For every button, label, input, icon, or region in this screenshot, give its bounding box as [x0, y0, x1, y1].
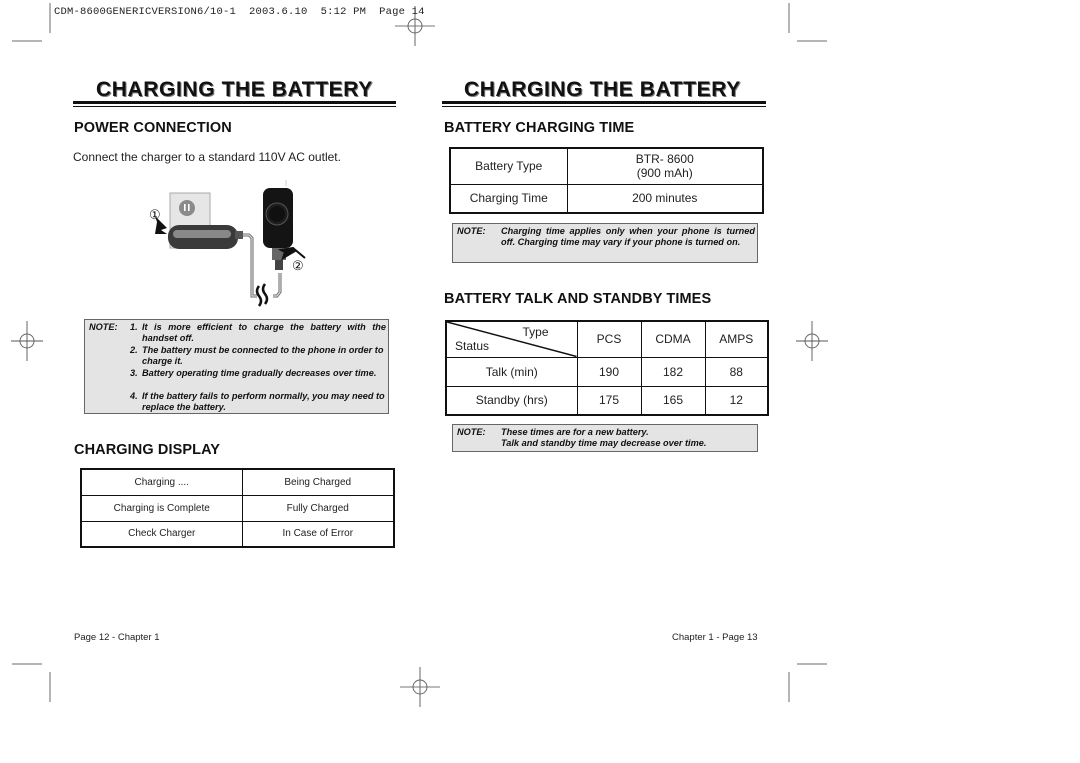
- corner-status-label: Status: [455, 338, 490, 353]
- print-slug: CDM-8600GENERICVERSION6/10-1 2003.6.10 5…: [54, 6, 425, 18]
- note-item: 4. If the battery fails to perform norma…: [130, 391, 386, 414]
- table-row: Standby (hrs) 175 165 12: [445, 385, 769, 416]
- note-label: NOTE:: [89, 322, 118, 332]
- charging-display-heading: CHARGING DISPLAY: [74, 442, 221, 458]
- table-row: Charging .... Being Charged: [80, 468, 395, 496]
- crop-mark: [49, 672, 51, 702]
- title-rule: [442, 101, 766, 107]
- slug-date: 2003.6.10: [249, 6, 308, 18]
- table-cell: 88: [704, 356, 769, 387]
- table-cell: 182: [640, 356, 706, 387]
- note-text-line: Talk and standby time may decrease over …: [501, 438, 707, 448]
- note-text: Charging time applies only when your pho…: [501, 226, 755, 248]
- note-item: 3. Battery operating time gradually decr…: [130, 368, 386, 379]
- registration-mark-icon: [796, 321, 828, 361]
- crop-mark: [49, 3, 51, 33]
- note-item-number: 2.: [130, 345, 138, 355]
- table-cell: 165: [640, 385, 706, 416]
- note-item: 1. It is more efficient to charge the ba…: [130, 322, 386, 345]
- table-row: Battery Type BTR- 8600 (900 mAh): [449, 147, 764, 185]
- slug-file: CDM-8600GENERICVERSION6/10-1: [54, 6, 237, 18]
- table-row: Check Charger In Case of Error: [80, 520, 395, 548]
- charging-time-table: Battery Type BTR- 8600 (900 mAh) Chargin…: [449, 147, 764, 214]
- crop-mark: [797, 40, 827, 42]
- table-header-row: Type Status PCS CDMA AMPS: [445, 320, 769, 358]
- power-connection-note: NOTE: 1. It is more efficient to charge …: [84, 319, 389, 414]
- talk-standby-heading: BATTERY TALK AND STANDBY TIMES: [444, 291, 712, 307]
- crop-mark: [12, 663, 42, 665]
- table-cell: 190: [576, 356, 642, 387]
- table-cell: Charging ....: [80, 468, 243, 496]
- table-cell: Being Charged: [241, 468, 395, 496]
- table-cell: 175: [576, 385, 642, 416]
- column-header: CDMA: [640, 320, 706, 358]
- crop-mark: [788, 672, 790, 702]
- corner-header-cell: Type Status: [445, 320, 578, 358]
- table-cell: Charging Time: [449, 183, 568, 214]
- note-label: NOTE:: [457, 226, 486, 236]
- corner-type-label: Type: [522, 325, 549, 339]
- crop-mark: [12, 40, 42, 42]
- crop-mark: [797, 663, 827, 665]
- charging-display-table: Charging .... Being Charged Charging is …: [80, 468, 395, 548]
- note-item-text: Battery operating time gradually decreas…: [142, 368, 377, 378]
- registration-mark-icon: [11, 321, 43, 361]
- table-cell: Charging is Complete: [80, 494, 243, 522]
- slug-page: Page 14: [379, 6, 425, 18]
- note-item: 2. The battery must be connected to the …: [130, 345, 386, 368]
- crop-mark: [788, 3, 790, 33]
- row-label: Standby (hrs): [445, 385, 578, 416]
- note-item-text: If the battery fails to perform normally…: [142, 391, 385, 413]
- right-page-footer: Chapter 1 - Page 13: [672, 632, 758, 643]
- table-row: Charging Time 200 minutes: [449, 183, 764, 214]
- registration-mark-icon: [400, 667, 440, 707]
- note-item-number: 4.: [130, 391, 138, 401]
- note-item-number: 1.: [130, 322, 138, 332]
- battery-model: BTR- 8600: [635, 152, 694, 167]
- power-connection-heading: POWER CONNECTION: [74, 120, 232, 136]
- table-cell: In Case of Error: [241, 520, 395, 548]
- power-connection-instruction: Connect the charger to a standard 110V A…: [73, 150, 341, 164]
- column-header: PCS: [576, 320, 642, 358]
- column-header: AMPS: [704, 320, 769, 358]
- title-rule: [73, 101, 396, 107]
- left-page-footer: Page 12 - Chapter 1: [74, 632, 160, 643]
- right-page-title: CHARGING THE BATTERY: [464, 78, 741, 101]
- note-item-text: The battery must be connected to the pho…: [142, 345, 384, 367]
- battery-capacity: (900 mAh): [636, 166, 693, 181]
- table-cell: Check Charger: [80, 520, 243, 548]
- table-cell: 12: [704, 385, 769, 416]
- battery-charging-time-heading: BATTERY CHARGING TIME: [444, 120, 635, 136]
- table-cell: 200 minutes: [566, 183, 764, 214]
- row-label: Talk (min): [445, 356, 578, 387]
- note-item-number: 3.: [130, 368, 138, 378]
- table-cell: BTR- 8600 (900 mAh): [566, 147, 764, 185]
- phone-icon: [263, 180, 293, 270]
- note-text-line: These times are for a new battery.: [501, 427, 649, 437]
- note-label: NOTE:: [457, 427, 486, 437]
- callout-2: ②: [292, 258, 304, 273]
- table-row: Charging is Complete Fully Charged: [80, 494, 395, 522]
- slug-time: 5:12 PM: [320, 6, 367, 18]
- talk-standby-table: Type Status PCS CDMA AMPS Talk (min) 190…: [445, 320, 769, 416]
- table-cell: Fully Charged: [241, 494, 395, 522]
- left-page-title: CHARGING THE BATTERY: [96, 78, 373, 101]
- table-row: Talk (min) 190 182 88: [445, 356, 769, 387]
- charging-time-note: NOTE: Charging time applies only when yo…: [452, 223, 758, 263]
- talk-standby-note: NOTE: These times are for a new battery.…: [452, 424, 758, 452]
- table-cell: Battery Type: [449, 147, 568, 185]
- note-item-text: It is more efficient to charge the batte…: [142, 322, 386, 344]
- callout-1: ①: [149, 207, 161, 222]
- charger-illustration: [155, 180, 306, 307]
